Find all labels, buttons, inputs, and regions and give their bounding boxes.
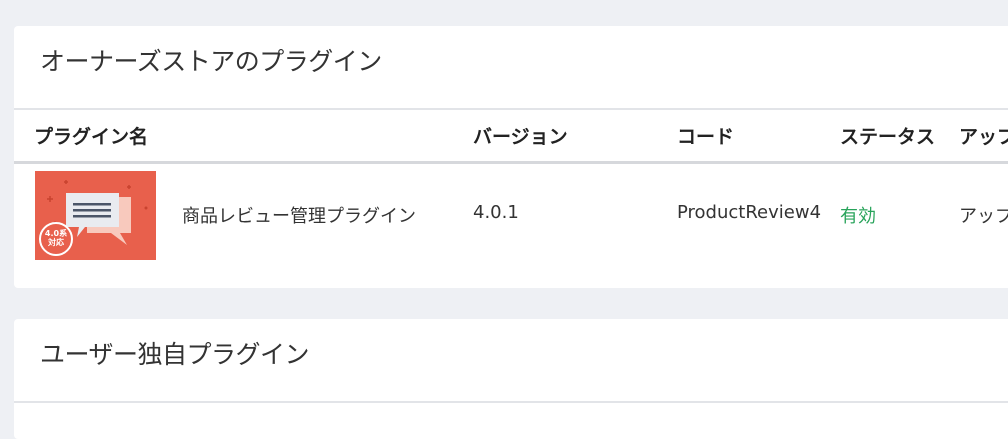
- column-header-code: コード: [677, 126, 735, 148]
- plugin-code: ProductReview4: [677, 202, 822, 223]
- owners-store-title: オーナーズストアのプラグイン: [40, 47, 382, 76]
- column-header-plugin-name: プラグイン名: [34, 126, 149, 148]
- divider: [14, 108, 1008, 110]
- divider: [14, 401, 1008, 403]
- user-plugins-title: ユーザー独自プラグイン: [40, 340, 310, 369]
- column-header-update: アップ: [959, 126, 1008, 148]
- plugin-version: 4.0.1: [473, 202, 519, 223]
- user-plugins-card: ユーザー独自プラグイン: [14, 319, 1008, 439]
- plugin-status: 有効: [840, 206, 876, 227]
- owners-store-plugins-card: オーナーズストアのプラグイン プラグイン名 バージョン コード ステータス アッ…: [14, 26, 1008, 288]
- column-header-status: ステータス: [840, 126, 936, 148]
- compatibility-badge: 4.0系 対応: [44, 229, 68, 247]
- plugin-name: 商品レビュー管理プラグイン: [182, 206, 416, 227]
- plugin-update-link[interactable]: アップ: [959, 202, 1008, 228]
- plugin-thumbnail: 4.0系 対応: [35, 171, 156, 260]
- column-header-version: バージョン: [473, 126, 568, 148]
- header-divider: [14, 161, 1008, 164]
